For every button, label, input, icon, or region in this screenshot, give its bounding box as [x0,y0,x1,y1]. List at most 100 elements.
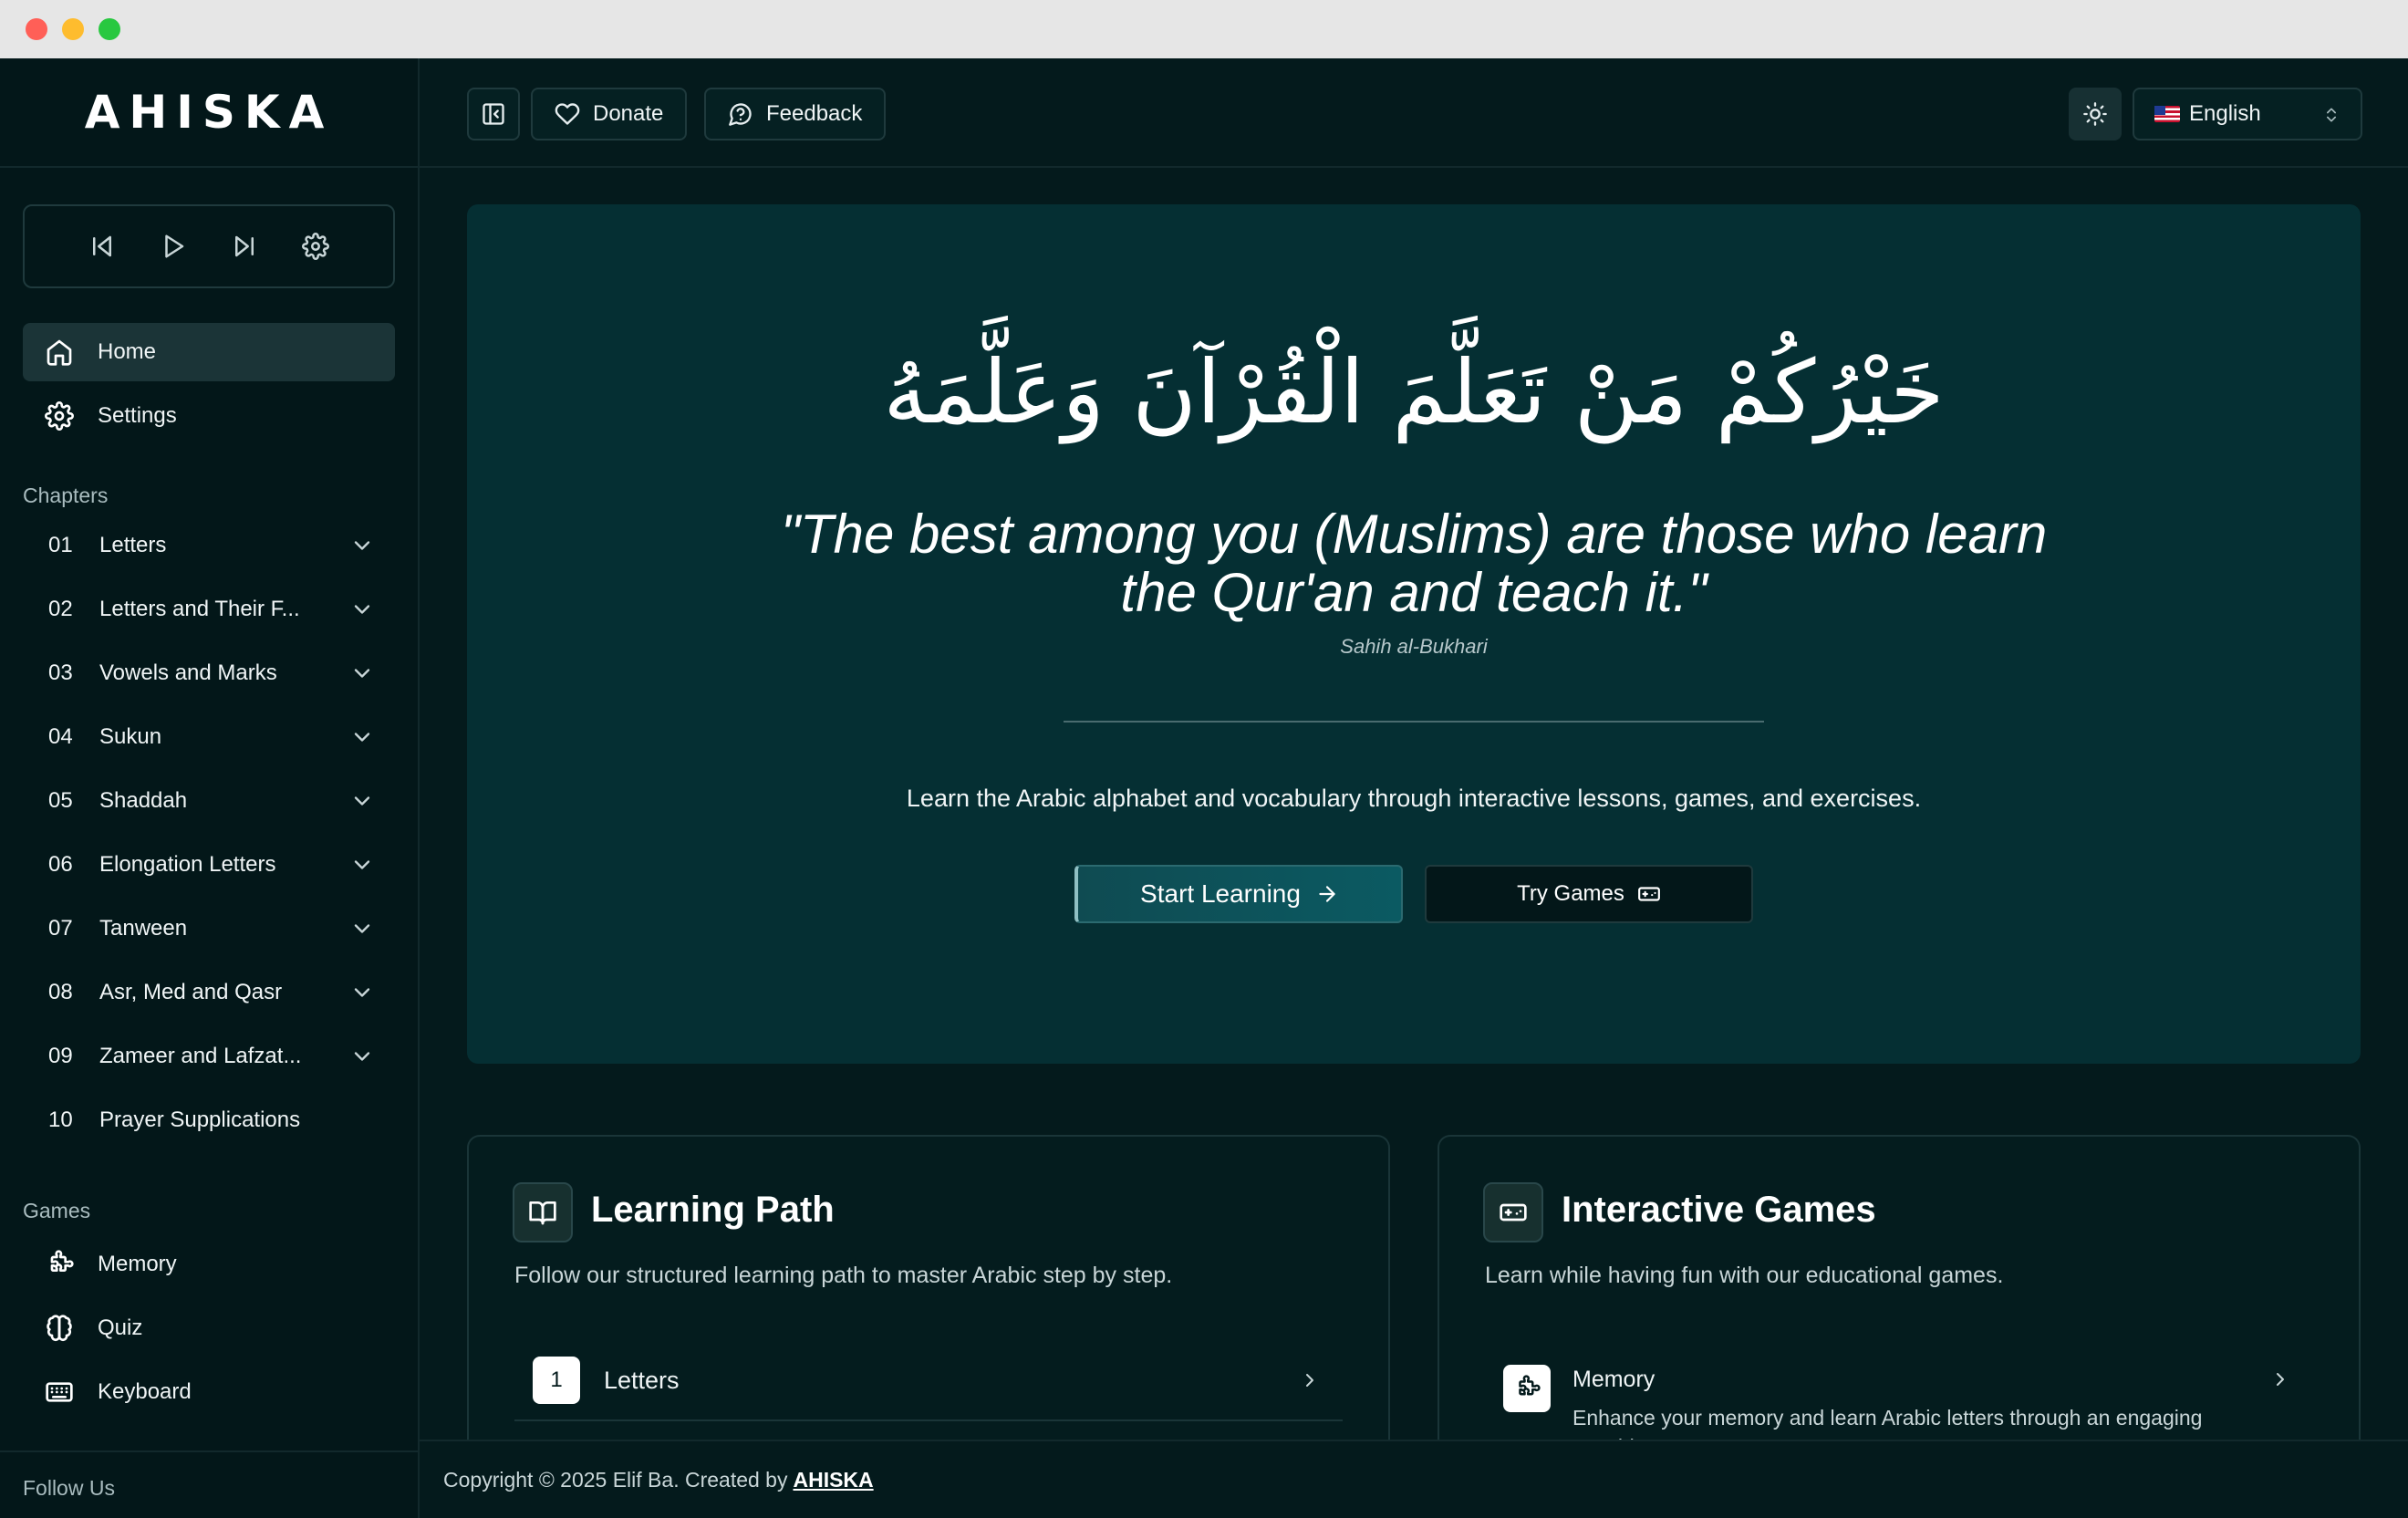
nav-settings[interactable]: Settings [23,387,395,445]
chapter-item[interactable]: 06 Elongation Letters [23,837,395,892]
gamepad-icon [1483,1182,1543,1242]
chapter-label: Zameer and Lafzat... [99,1044,302,1068]
skip-back-icon[interactable] [87,231,118,262]
chapter-label: Prayer Supplications [99,1107,301,1132]
puzzle-icon [1503,1365,1551,1412]
step-label: Letters [604,1366,680,1394]
puzzle-icon [50,1250,74,1272]
arrow-right-icon [1319,886,1335,902]
chevron-down-icon[interactable] [349,660,375,686]
us-flag-icon [2154,106,2180,122]
chapter-label: Elongation Letters [99,852,276,877]
chapter-item[interactable]: 09 Zameer and Lafzat... [23,1029,395,1084]
play-icon[interactable] [158,231,189,262]
chevron-down-icon[interactable] [349,597,375,622]
chapter-label: Sukun [99,724,162,749]
main-content: Donate Feedback English خَيْرُكُمْ مَنْ … [420,58,2408,1518]
chapter-number: 06 [48,852,73,877]
app: AHISKA Home Settings Chapters 01 Letters… [0,58,2408,1518]
chevron-down-icon[interactable] [349,533,375,558]
window-titlebar [0,0,2408,58]
keyboard-icon [46,1382,73,1402]
theme-toggle-button[interactable] [2069,88,2122,140]
start-learning-button[interactable]: Start Learning [1074,865,1403,923]
learning-path-title: Learning Path [591,1190,835,1230]
book-open-icon [513,1182,573,1242]
learning-path-item[interactable]: 1 Letters [514,1341,1343,1421]
gamepad-icon [1637,887,1660,901]
chevron-down-icon[interactable] [349,1044,375,1069]
interactive-games-description: Learn while having fun with our educatio… [1485,1263,2004,1288]
toggle-sidebar-button[interactable] [467,88,520,140]
chapter-label: Letters and Their F... [99,597,300,621]
chapter-item[interactable]: 03 Vowels and Marks [23,646,395,701]
chapter-item[interactable]: 01 Letters [23,518,395,573]
nav-home[interactable]: Home [23,323,395,381]
interactive-games-title: Interactive Games [1562,1190,1876,1230]
nav-game-memory[interactable]: Memory [23,1235,395,1294]
feedback-button[interactable]: Feedback [704,88,887,140]
chapter-number: 03 [48,660,73,685]
chapter-label: Letters [99,533,167,557]
chapter-number: 01 [48,533,73,557]
hero-section: خَيْرُكُمْ مَنْ تَعَلَّمَ الْقُرْآنَ وَع… [467,204,2361,1064]
learning-path-description: Follow our structured learning path to m… [514,1263,1173,1288]
nav-settings-label: Settings [98,403,177,428]
chevron-down-icon[interactable] [349,724,375,750]
footer: Copyright © 2025 Elif Ba. Created by AHI… [420,1440,2408,1518]
nav-game-label: Memory [98,1252,177,1276]
donate-button[interactable]: Donate [531,88,688,140]
chapters-section-label: Chapters [23,483,109,507]
chapter-number: 08 [48,980,73,1004]
chapter-item[interactable]: 08 Asr, Med and Qasr [23,965,395,1020]
chapter-number: 07 [48,916,73,941]
chapter-number: 05 [48,788,73,813]
chapter-item[interactable]: 04 Sukun [23,710,395,764]
chapter-item[interactable]: 07 Tanween [23,901,395,956]
sidebar-toggle-icon [483,103,504,125]
sidebar: AHISKA Home Settings Chapters 01 Letters… [0,58,420,1518]
chapter-label: Vowels and Marks [99,660,277,685]
feedback-label: Feedback [766,101,863,126]
chevron-down-icon[interactable] [349,788,375,814]
heart-icon [555,103,580,125]
hadith-quote: "The best among you (Muslims) are those … [649,505,2178,622]
chapter-item[interactable]: 10 Prayer Supplications [23,1093,395,1148]
chapter-number: 10 [48,1107,73,1132]
brand-logo[interactable]: AHISKA [85,86,334,139]
chapter-number: 09 [48,1044,73,1068]
footer-brand-link[interactable]: AHISKA [793,1468,873,1492]
hero-description: Learn the Arabic alphabet and vocabulary… [906,785,1922,812]
skip-forward-icon[interactable] [229,231,260,262]
chapter-label: Asr, Med and Qasr [99,980,283,1004]
window-close-button[interactable] [26,18,47,40]
chevron-down-icon[interactable] [349,852,375,878]
gear-icon[interactable] [300,231,331,262]
chevron-down-icon[interactable] [349,980,375,1005]
try-games-label: Try Games [1517,881,1624,906]
chevron-down-icon[interactable] [349,916,375,941]
try-games-button[interactable]: Try Games [1425,865,1753,923]
window-maximize-button[interactable] [99,18,120,40]
window-minimize-button[interactable] [62,18,84,40]
hadith-source: Sahih al-Bukhari [1340,635,1488,658]
nav-game-label: Quiz [98,1315,143,1340]
language-select[interactable]: English [2133,88,2362,140]
language-label: English [2189,101,2261,126]
hero-divider [1064,721,1764,723]
nav-game-keyboard[interactable]: Keyboard [23,1363,395,1421]
hadith-quote-line-2: the Qur'an and teach it." [1120,562,1707,623]
copyright-text: Copyright © 2025 Elif Ba. Created by [443,1467,788,1492]
follow-us-label: Follow Us [0,1450,420,1518]
chapter-item[interactable]: 05 Shaddah [23,774,395,828]
sun-icon [2083,102,2107,126]
chapter-item[interactable]: 02 Letters and Their F... [23,582,395,637]
start-learning-label: Start Learning [1140,879,1301,908]
top-bar: Donate Feedback English [420,58,2408,168]
nav-game-quiz[interactable]: Quiz [23,1299,395,1357]
step-number: 1 [533,1357,580,1404]
donate-label: Donate [593,101,664,126]
chapter-label: Shaddah [99,788,188,813]
nav-home-label: Home [98,339,157,364]
logo-area: AHISKA [0,58,418,168]
